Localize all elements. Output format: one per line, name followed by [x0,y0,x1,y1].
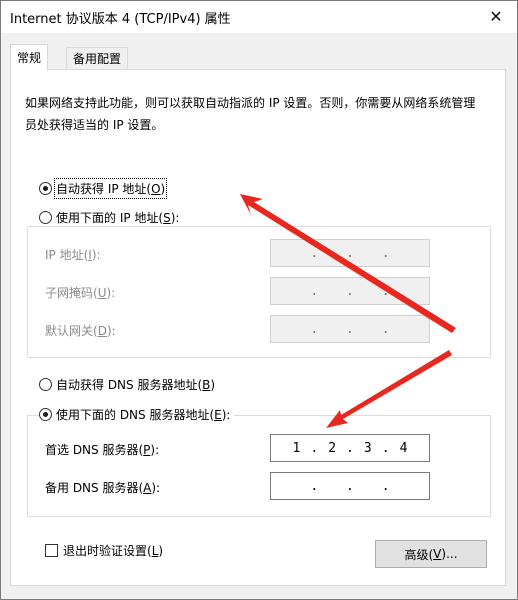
validate-settings-checkbox[interactable]: 退出时验证设置(L) [45,542,168,559]
alternate-dns-label: 备用 DNS 服务器(A): [45,481,161,495]
radio-auto-ip-indicator [39,182,52,195]
ip-address-input[interactable]: ... [270,239,430,267]
dns-manual-group [27,415,491,517]
subnet-mask-label: 子网掩码(U): [45,286,116,300]
tab-general[interactable]: 常规 [10,44,49,71]
radio-manual-dns[interactable]: 使用下面的 DNS 服务器地址(E): [39,406,235,423]
default-gateway-label: 默认网关(D): [45,324,116,338]
radio-manual-dns-label: 使用下面的 DNS 服务器地址(E): [56,408,231,422]
radio-manual-ip[interactable]: 使用下面的 IP 地址(S): [39,209,184,226]
radio-manual-ip-indicator [39,211,52,224]
radio-auto-dns[interactable]: 自动获得 DNS 服务器地址(B) [39,376,220,393]
description-text: 如果网络支持此功能，则可以获取自动指派的 IP 设置。否则，你需要从网络系统管理… [25,96,476,132]
close-icon: ✕ [489,6,503,26]
subnet-mask-input[interactable]: ... [270,277,430,305]
radio-auto-dns-indicator [39,378,52,391]
advanced-button[interactable]: 高级(V)... [375,540,487,568]
default-gateway-input[interactable]: ... [270,315,430,343]
radio-auto-dns-label: 自动获得 DNS 服务器地址(B) [56,378,216,392]
title-bar: Internet 协议版本 4 (TCP/IPv4) 属性 ✕ [0,0,518,33]
close-button[interactable]: ✕ [482,4,510,28]
alternate-dns-input[interactable]: ... [270,472,430,500]
preferred-dns-input[interactable]: 1.2.3.4 [270,434,430,462]
radio-auto-ip-label: 自动获得 IP 地址(O) [53,178,168,199]
radio-manual-ip-label: 使用下面的 IP 地址(S): [56,211,180,225]
window-title: Internet 协议版本 4 (TCP/IPv4) 属性 [10,12,231,27]
ip-address-label: IP 地址(I): [45,248,101,262]
validate-settings-checkbox-box [45,544,58,557]
general-panel: 如果网络支持此功能，则可以获取自动指派的 IP 设置。否则，你需要从网络系统管理… [10,69,506,586]
radio-auto-ip[interactable]: 自动获得 IP 地址(O) [39,178,170,199]
tab-alternate-config[interactable]: 备用配置 [66,47,129,70]
radio-manual-dns-indicator [39,408,52,421]
validate-settings-label: 退出时验证设置(L) [63,544,164,558]
preferred-dns-label: 首选 DNS 服务器(P): [45,443,160,457]
